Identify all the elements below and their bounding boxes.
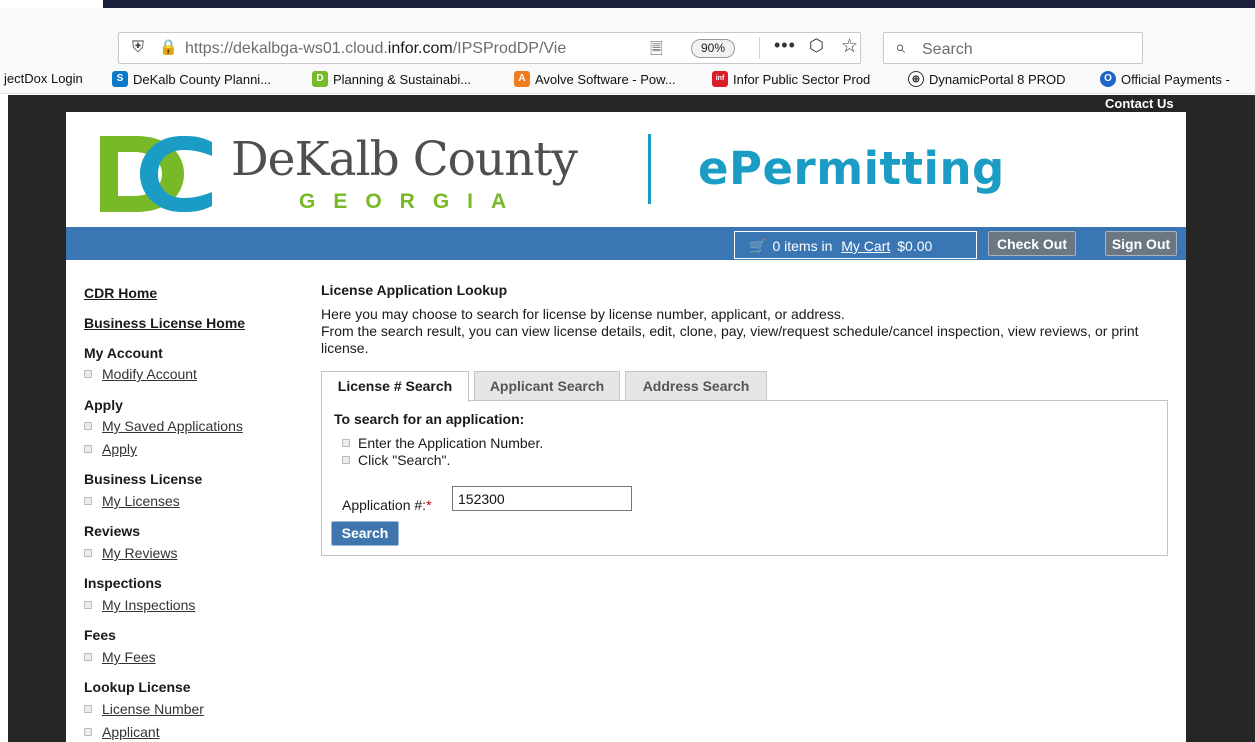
county-name: DeKalb County — [231, 132, 578, 187]
bullet-icon — [84, 370, 92, 378]
application-number-label: Application #:* — [342, 497, 432, 513]
sign-out-button[interactable]: Sign Out — [1105, 231, 1177, 256]
bullet-icon — [84, 422, 92, 430]
top-navbar: 🛒 0 items in My Cart $0.00 Check Out Sign … — [66, 227, 1186, 260]
toolbar-separator — [759, 37, 760, 59]
address-bar[interactable]: ⛨ 🔒 https://dekalbga-ws01.cloud.infor.co… — [118, 32, 861, 64]
site-container: DeKalb County GEORGIA ePermitting 🛒 0 ite… — [66, 112, 1186, 742]
avolve-icon: A — [514, 71, 530, 87]
browser-search-box[interactable]: ⌕ Search — [883, 32, 1143, 64]
step-item: Enter the Application Number. — [342, 435, 543, 451]
sidebar-item-my-saved-applications[interactable]: My Saved Applications — [84, 418, 243, 434]
bullet-icon — [84, 445, 92, 453]
bullet-icon — [84, 653, 92, 661]
section-business-license: Business License — [84, 471, 203, 487]
tab-license-search[interactable]: License # Search — [321, 371, 469, 402]
more-actions-icon[interactable]: ••• — [774, 35, 796, 56]
bookmarks-toolbar: jectDox Login S DeKalb County Planni... … — [0, 66, 1255, 94]
page-title: License Application Lookup — [321, 282, 508, 298]
bullet-icon — [84, 497, 92, 505]
bookmark-avolve[interactable]: A Avolve Software - Pow... — [514, 71, 676, 87]
check-out-button[interactable]: Check Out — [988, 231, 1076, 256]
reader-view-icon[interactable]: 🗏 — [650, 38, 663, 65]
cart-summary: 🛒 0 items in My Cart $0.00 — [734, 231, 977, 259]
tab-address-search[interactable]: Address Search — [625, 371, 767, 401]
browser-toolbar: ⛨ 🔒 https://dekalbga-ws01.cloud.infor.co… — [0, 8, 1255, 66]
search-icon: ⌕ — [895, 37, 906, 57]
step-item: Click "Search". — [342, 452, 450, 468]
sidebar-item-apply[interactable]: Apply — [84, 441, 137, 457]
cdr-home-link[interactable]: CDR Home — [84, 285, 157, 301]
application-number-input[interactable] — [452, 486, 632, 511]
sidebar-item-my-fees[interactable]: My Fees — [84, 649, 156, 665]
contact-us-link[interactable]: Contact Us — [1105, 96, 1174, 111]
business-license-home-link[interactable]: Business License Home — [84, 315, 245, 331]
bullet-icon — [84, 705, 92, 713]
state-name: GEORGIA — [299, 190, 525, 213]
sidebar-item-modify-account[interactable]: Modify Account — [84, 366, 197, 382]
bookmark-dynamicportal[interactable]: ⊕ DynamicPortal 8 PROD — [908, 71, 1066, 87]
intro-line-2: From the search result, you can view lic… — [321, 323, 1139, 356]
search-panel: To search for an application: Enter the … — [321, 400, 1168, 556]
url-text[interactable]: https://dekalbga-ws01.cloud.infor.com/IP… — [185, 40, 640, 58]
sidebar-item-license-number[interactable]: License Number — [84, 701, 204, 717]
cart-total: $0.00 — [897, 238, 933, 254]
section-lookup-license: Lookup License — [84, 679, 191, 695]
sidebar-item-my-inspections[interactable]: My Inspections — [84, 597, 195, 613]
bookmark-dekalb-planning[interactable]: S DeKalb County Planni... — [112, 71, 271, 87]
section-my-account: My Account — [84, 345, 163, 361]
intro-line-1: Here you may choose to search for licens… — [321, 306, 845, 322]
section-apply: Apply — [84, 397, 123, 413]
sharepoint-icon: S — [112, 71, 128, 87]
bullet-icon — [342, 456, 350, 464]
bookmark-projectdox[interactable]: jectDox Login — [4, 71, 83, 86]
infor-icon: inf — [712, 71, 728, 87]
bookmark-infor[interactable]: inf Infor Public Sector Prod — [712, 71, 870, 87]
sidebar-item-my-reviews[interactable]: My Reviews — [84, 545, 177, 561]
op-icon: O — [1100, 71, 1116, 87]
section-fees: Fees — [84, 627, 116, 643]
bookmark-planning-sustainability[interactable]: D Planning & Sustainabi... — [312, 71, 471, 87]
dc-logo-icon: D — [312, 71, 328, 87]
search-button[interactable]: Search — [331, 521, 399, 546]
bullet-icon — [84, 601, 92, 609]
bullet-icon — [84, 549, 92, 557]
bookmark-official-payments[interactable]: O Official Payments - — [1100, 71, 1230, 87]
lock-icon[interactable]: 🔒 — [159, 38, 178, 56]
panel-title: To search for an application: — [334, 411, 525, 427]
zoom-level-badge[interactable]: 90% — [691, 39, 736, 58]
cart-icon: 🛒 — [749, 238, 767, 254]
cart-items-in-text: items in — [784, 238, 833, 254]
shield-icon[interactable]: ⛨ — [132, 39, 144, 57]
search-placeholder: Search — [922, 41, 973, 58]
required-mark: * — [426, 497, 432, 513]
section-reviews: Reviews — [84, 523, 141, 539]
sidebar-item-applicant[interactable]: Applicant — [84, 724, 160, 740]
sidebar-item-my-licenses[interactable]: My Licenses — [84, 493, 180, 509]
section-inspections: Inspections — [84, 575, 162, 591]
globe-icon: ⊕ — [908, 71, 924, 87]
pocket-icon[interactable]: ⬡ — [809, 36, 824, 56]
bullet-icon — [84, 728, 92, 736]
header-divider — [648, 134, 651, 204]
page-left-edge — [0, 95, 8, 742]
intro-text: Here you may choose to search for licens… — [321, 306, 1171, 357]
my-cart-link[interactable]: My Cart — [841, 238, 890, 254]
cart-count: 0 — [772, 238, 781, 254]
browser-top-strip — [103, 0, 1255, 8]
bullet-icon — [342, 439, 350, 447]
tab-applicant-search[interactable]: Applicant Search — [474, 371, 620, 401]
dekalb-dc-logo — [100, 136, 212, 212]
epermitting-brand: ePermitting — [698, 142, 1005, 195]
bookmark-star-icon[interactable]: ☆ — [841, 35, 858, 58]
